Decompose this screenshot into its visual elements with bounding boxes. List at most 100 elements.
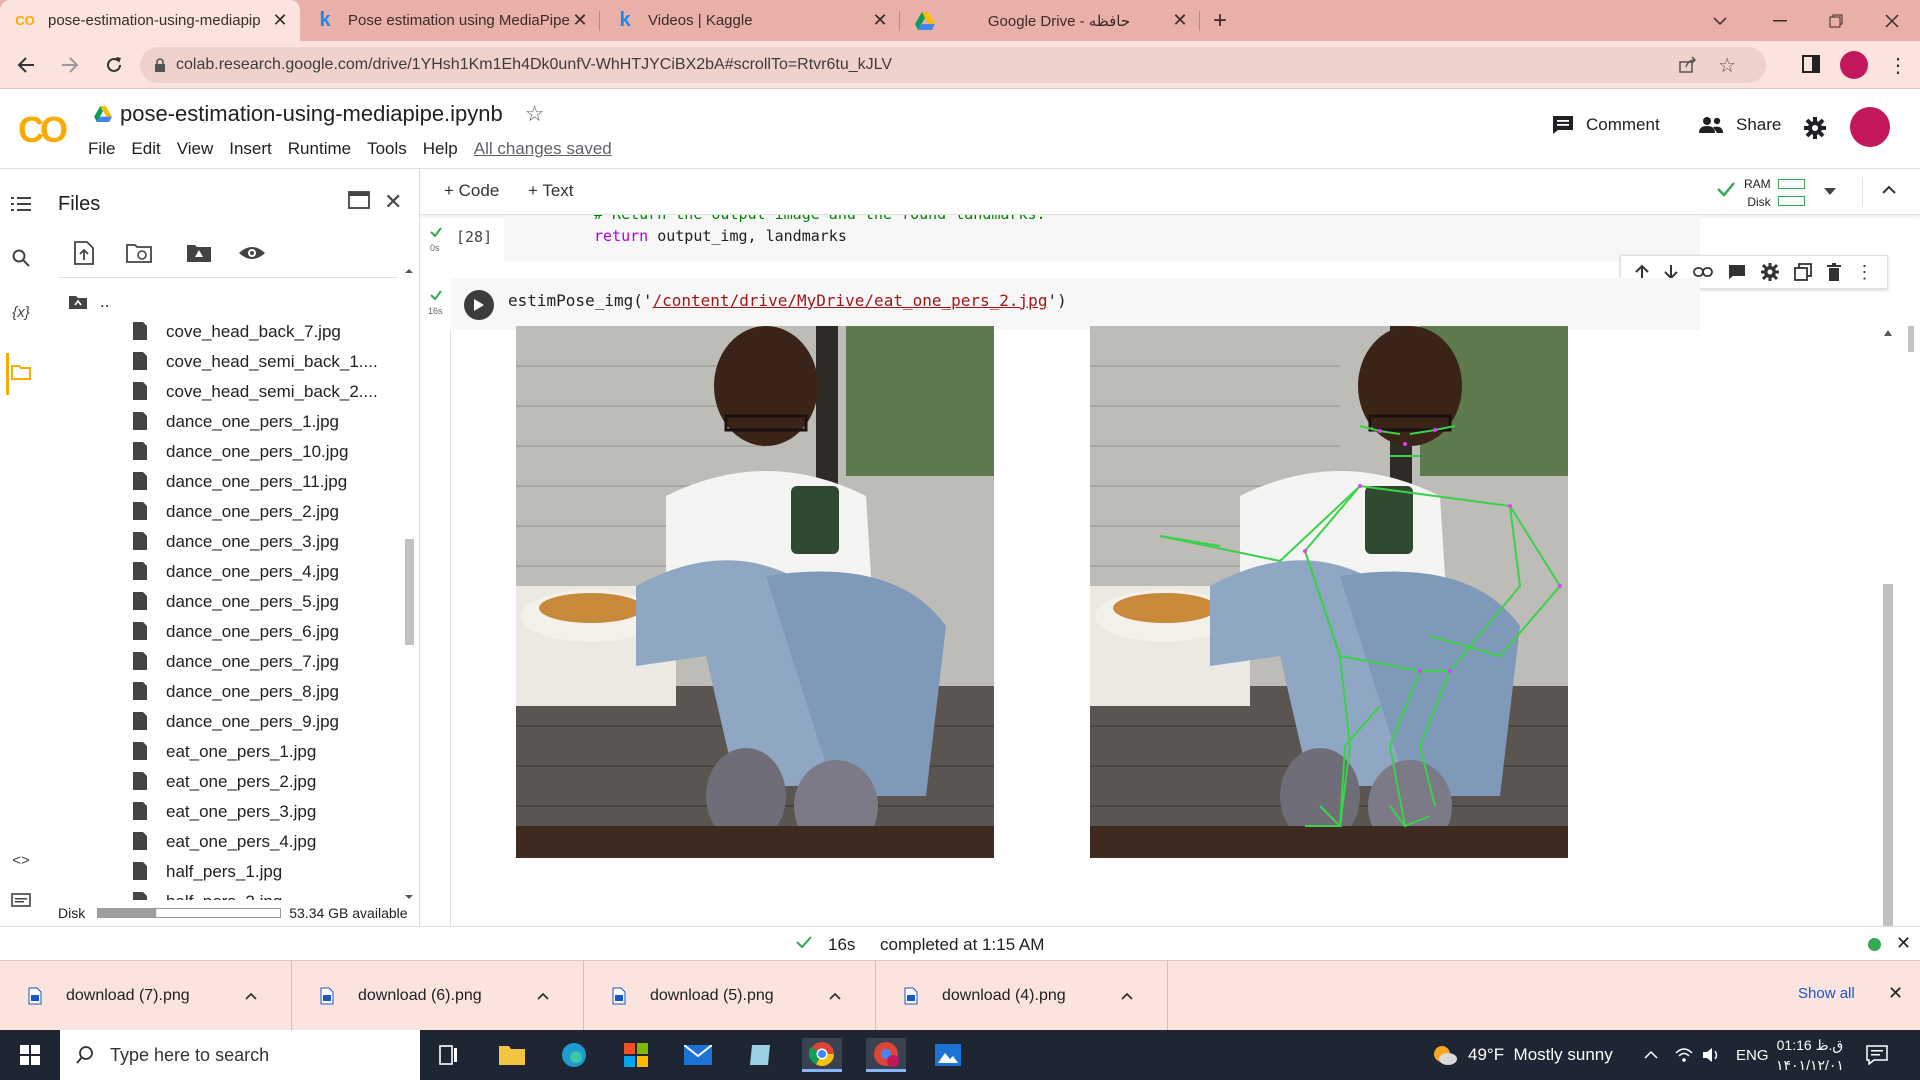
side-panel-icon[interactable]	[1802, 55, 1820, 73]
output-scrollbar[interactable]	[1880, 326, 1896, 926]
terminal-icon[interactable]	[10, 889, 32, 911]
file-row[interactable]: dance_one_pers_10.jpg	[40, 437, 402, 467]
table-of-contents-icon[interactable]	[10, 193, 32, 215]
tray-chevron-up-icon[interactable]	[1644, 1030, 1658, 1080]
show-all-button[interactable]: Show all	[1798, 985, 1855, 1002]
file-row[interactable]: dance_one_pers_2.jpg	[40, 497, 402, 527]
notes-app-icon[interactable]	[740, 1038, 780, 1072]
file-row[interactable]: cove_head_semi_back_2....	[40, 377, 402, 407]
variables-icon[interactable]: {x}	[10, 301, 32, 323]
forward-button[interactable]	[52, 47, 88, 83]
chevron-up-icon[interactable]	[245, 992, 275, 1000]
resources-indicator[interactable]: RAM Disk	[1744, 175, 1771, 211]
file-row[interactable]: cove_head_back_7.jpg	[40, 317, 402, 347]
file-row[interactable]: dance_one_pers_3.jpg	[40, 527, 402, 557]
photos-icon[interactable]	[928, 1038, 968, 1072]
close-tab-icon[interactable]: ✕	[1170, 10, 1190, 31]
more-menu-icon[interactable]: ⋮	[1888, 53, 1908, 78]
weather-widget[interactable]: 49°F Mostly sunny	[1432, 1030, 1613, 1080]
file-row[interactable]: eat_one_pers_2.jpg	[40, 767, 402, 797]
download-item[interactable]: download (5).png	[584, 961, 876, 1031]
menu-help[interactable]: Help	[423, 139, 458, 159]
file-row[interactable]: dance_one_pers_8.jpg	[40, 677, 402, 707]
reload-button[interactable]	[96, 47, 132, 83]
menu-tools[interactable]: Tools	[367, 139, 407, 159]
new-tab-button[interactable]: +	[1200, 0, 1240, 41]
files-scrollbar[interactable]	[402, 265, 416, 905]
menu-file[interactable]: File	[88, 139, 115, 159]
close-downloads-icon[interactable]: ✕	[1888, 983, 1903, 1004]
menu-view[interactable]: View	[177, 139, 214, 159]
file-row[interactable]: dance_one_pers_7.jpg	[40, 647, 402, 677]
tab-kaggle-pose[interactable]: k Pose estimation using MediaPipe ✕	[300, 0, 600, 41]
run-cell-button[interactable]	[464, 290, 494, 320]
menu-runtime[interactable]: Runtime	[288, 139, 351, 159]
language-indicator[interactable]: ENG	[1736, 1030, 1769, 1080]
close-window-button[interactable]	[1864, 0, 1920, 41]
back-button[interactable]	[8, 47, 44, 83]
colab-logo[interactable]: CO	[18, 109, 68, 151]
menu-insert[interactable]: Insert	[229, 139, 272, 159]
folder-icon[interactable]	[10, 361, 32, 383]
collapse-chevron-up-icon[interactable]	[1882, 185, 1896, 194]
bookmark-star-icon[interactable]: ☆	[1718, 53, 1736, 78]
edge-icon[interactable]	[554, 1038, 594, 1072]
notebook-title[interactable]: pose-estimation-using-mediapipe.ipynb	[120, 101, 503, 127]
close-tab-icon[interactable]: ✕	[870, 10, 890, 31]
close-tab-icon[interactable]: ✕	[570, 10, 590, 31]
clock[interactable]: 01:16 ق.ظ ۱۴۰۱/۱۲/۰۱	[1776, 1035, 1844, 1075]
comment-button[interactable]: Comment	[1552, 115, 1660, 135]
code-snippets-icon[interactable]: <>	[10, 849, 32, 871]
minimize-button[interactable]	[1752, 0, 1808, 41]
star-icon[interactable]: ☆	[525, 101, 545, 127]
file-row[interactable]: eat_one_pers_1.jpg	[40, 737, 402, 767]
file-row[interactable]: dance_one_pers_4.jpg	[40, 557, 402, 587]
chevron-up-icon[interactable]	[829, 992, 859, 1000]
close-tab-icon[interactable]: ✕	[270, 10, 290, 31]
store-icon[interactable]	[616, 1038, 656, 1072]
restore-button[interactable]	[1808, 0, 1864, 41]
volume-icon[interactable]	[1702, 1030, 1722, 1080]
windows-start-icon[interactable]	[20, 1045, 40, 1065]
tab-kaggle-videos[interactable]: k Videos | Kaggle ✕	[600, 0, 900, 41]
code-cell-pose[interactable]: 16s estimPose_img('/content/drive/MyDriv…	[420, 270, 1920, 926]
save-status[interactable]: All changes saved	[474, 139, 612, 159]
download-item[interactable]: download (6).png	[292, 961, 584, 1031]
profile-avatar[interactable]	[1840, 51, 1868, 79]
file-row[interactable]: eat_one_pers_3.jpg	[40, 797, 402, 827]
chrome-icon[interactable]	[802, 1038, 842, 1072]
download-item[interactable]: download (7).png	[0, 961, 292, 1031]
menu-edit[interactable]: Edit	[131, 139, 160, 159]
close-icon[interactable]: ✕	[1896, 933, 1911, 954]
chevron-up-icon[interactable]	[537, 992, 567, 1000]
user-avatar[interactable]	[1850, 107, 1890, 147]
file-row[interactable]: dance_one_pers_9.jpg	[40, 707, 402, 737]
download-item[interactable]: download (4).png	[876, 961, 1168, 1031]
file-row[interactable]: dance_one_pers_6.jpg	[40, 617, 402, 647]
search-icon[interactable]	[10, 247, 32, 269]
task-view-icon[interactable]	[430, 1038, 470, 1072]
add-code-button[interactable]: + Code	[444, 181, 499, 201]
chevron-down-icon[interactable]	[1824, 188, 1836, 195]
settings-gear-icon[interactable]	[1804, 117, 1826, 139]
taskbar-search[interactable]: Type here to search	[60, 1030, 420, 1080]
add-text-button[interactable]: + Text	[528, 181, 574, 201]
file-row[interactable]: cove_head_semi_back_1....	[40, 347, 402, 377]
chrome-profile-icon[interactable]	[866, 1038, 906, 1072]
mail-icon[interactable]	[678, 1038, 718, 1072]
file-row[interactable]: eat_one_pers_4.jpg	[40, 827, 402, 857]
chevron-down-icon[interactable]	[1692, 0, 1748, 41]
code-editor[interactable]: # Return the output image and the found …	[504, 215, 1700, 261]
file-row[interactable]: half_pers_2.jpg	[40, 887, 402, 900]
wifi-icon[interactable]	[1674, 1030, 1694, 1080]
file-row[interactable]: half_pers_1.jpg	[40, 857, 402, 887]
tab-colab[interactable]: CO pose-estimation-using-mediapip ✕	[0, 0, 300, 41]
file-explorer-icon[interactable]	[492, 1038, 532, 1072]
chevron-up-icon[interactable]	[1121, 992, 1151, 1000]
address-bar[interactable]: colab.research.google.com/drive/1YHsh1Km…	[140, 47, 1766, 83]
file-row[interactable]: dance_one_pers_11.jpg	[40, 467, 402, 497]
file-row[interactable]: dance_one_pers_1.jpg	[40, 407, 402, 437]
share-page-icon[interactable]	[1678, 56, 1698, 74]
share-button[interactable]: Share	[1698, 115, 1781, 135]
notifications-icon[interactable]	[1866, 1030, 1888, 1080]
